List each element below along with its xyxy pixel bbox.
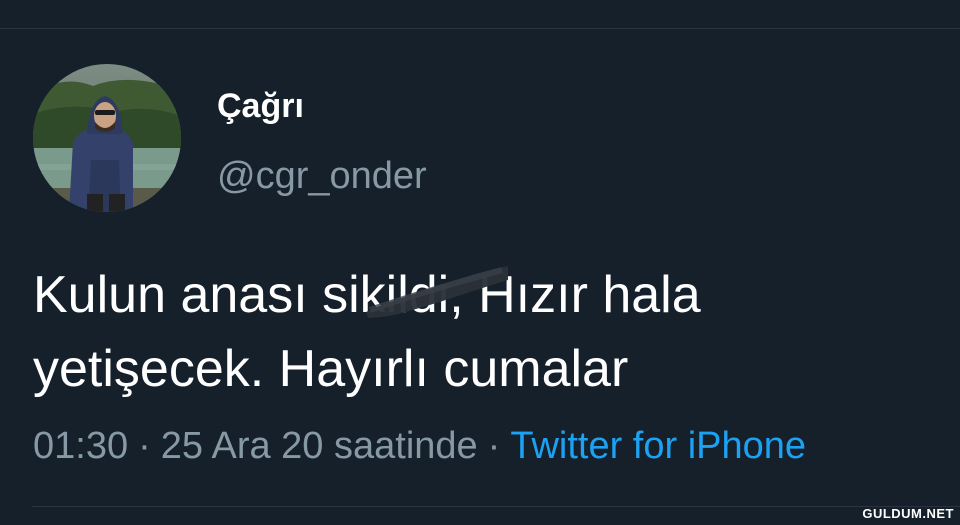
top-divider [0, 28, 960, 29]
tweet-source-link[interactable]: Twitter for iPhone [510, 425, 806, 467]
avatar[interactable] [33, 64, 181, 212]
display-name[interactable]: Çağrı [217, 84, 304, 128]
user-handle[interactable]: @cgr_onder [217, 154, 427, 198]
tweet-card: Çağrı @cgr_onder Kulun anası sikildi, Hı… [0, 0, 960, 525]
avatar-photo [33, 64, 181, 212]
tweet-time[interactable]: 01:30 [33, 425, 128, 467]
tweet-date[interactable]: 25 Ara 20 saatinde [161, 425, 478, 467]
tweet-meta: 01:30 · 25 Ara 20 saatinde · Twitter for iPh… [33, 423, 806, 469]
bottom-divider [32, 506, 960, 507]
tweet-text-line-2: yetişecek. Hayırlı cumalar [33, 340, 629, 398]
watermark-logo: GULDUM.NET [862, 506, 954, 521]
meta-separator: · [487, 425, 501, 467]
meta-separator: · [138, 425, 151, 467]
tweet-text: Kulun anası sikildi, Hızır hala yetişece… [33, 258, 913, 406]
tweet-text-line-1: Kulun anası sikildi, Hızır hala [33, 266, 701, 324]
